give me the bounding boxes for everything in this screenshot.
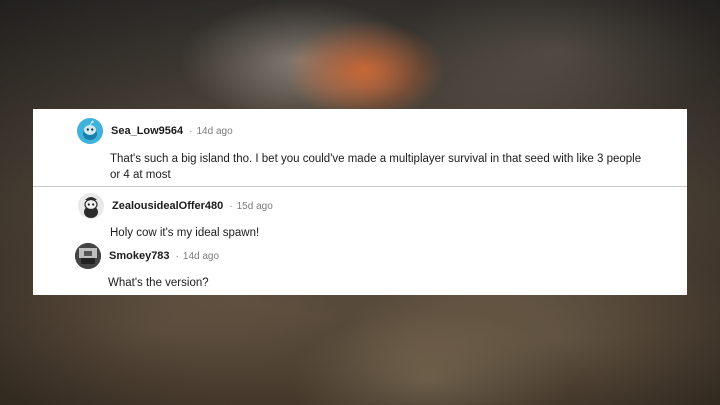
comment-3-header: Smokey783 · 14d ago (75, 243, 219, 269)
comment-3-separator: · (175, 250, 179, 262)
comments-panel: Sea_Low9564 · 14d ago That's such a big … (33, 109, 687, 295)
comment-1-separator: · (189, 125, 193, 137)
comment-1-body: That's such a big island tho. I bet you … (110, 151, 641, 183)
snoo-avatar-blue-icon[interactable] (77, 118, 103, 144)
comment-2-separator: · (229, 200, 233, 212)
comment-1-username[interactable]: Sea_Low9564 (111, 125, 183, 137)
comment-1-header: Sea_Low9564 · 14d ago (77, 118, 233, 144)
comment-2-username[interactable]: ZealousidealOffer480 (112, 200, 223, 212)
comment-3-timestamp[interactable]: 14d ago (183, 251, 219, 262)
photo-avatar-icon[interactable] (75, 243, 101, 269)
comment-divider (33, 186, 687, 187)
comment-3-line-1: What's the version? (108, 277, 209, 289)
comment-2-header: ZealousidealOffer480 · 15d ago (78, 193, 273, 219)
comment-2-timestamp[interactable]: 15d ago (237, 201, 273, 212)
comment-3-username[interactable]: Smokey783 (109, 250, 170, 262)
comment-2-line-1: Holy cow it's my ideal spawn! (110, 227, 260, 239)
snoo-avatar-dark-icon[interactable] (78, 193, 104, 219)
comment-1-line-2: or 4 at most (110, 169, 171, 181)
comment-3-body: What's the version? (108, 275, 209, 291)
comment-2-body: Holy cow it's my ideal spawn! (110, 225, 259, 241)
comment-1-timestamp[interactable]: 14d ago (197, 126, 233, 137)
comment-1-line-1: That's such a big island tho. I bet you … (110, 153, 642, 165)
